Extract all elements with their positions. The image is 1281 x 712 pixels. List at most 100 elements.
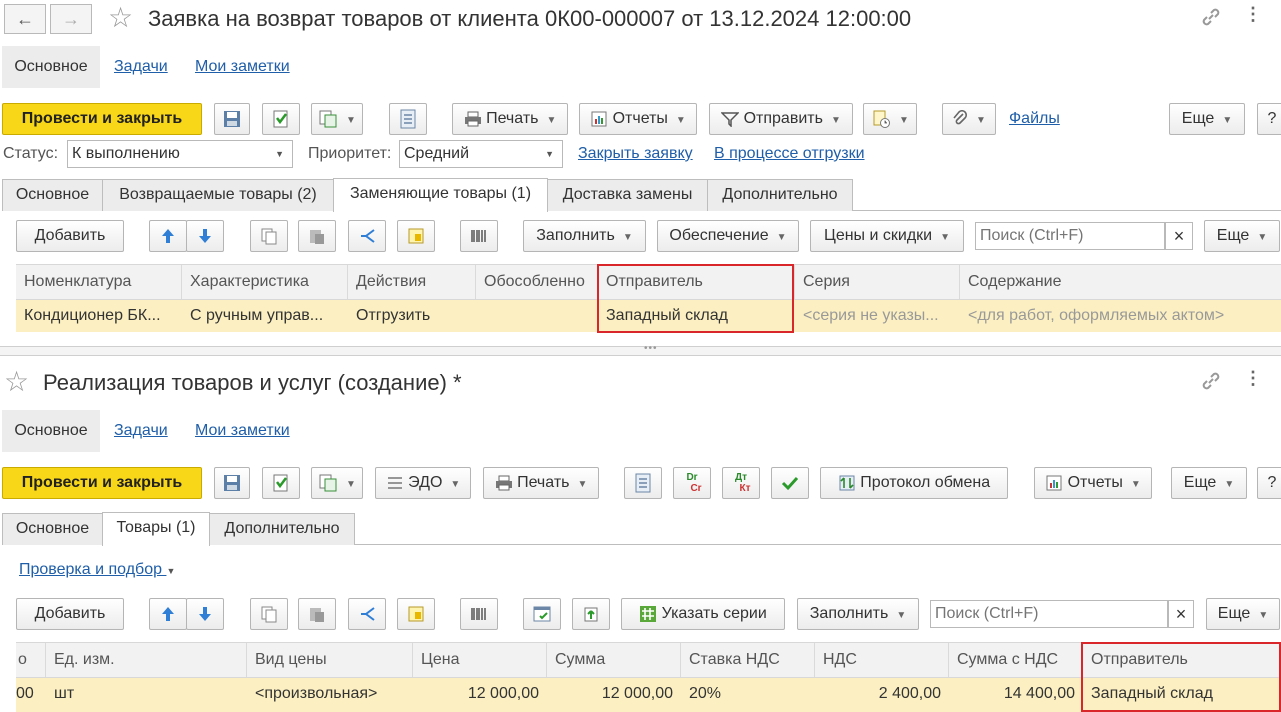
clear-search-button-bottom[interactable]: × (1168, 600, 1194, 628)
paste-row-button-bottom[interactable] (298, 598, 336, 630)
create-based-on-button-bottom[interactable]: ▼ (311, 467, 363, 499)
favorite-star-icon[interactable]: ☆ (108, 4, 133, 32)
col-characteristic[interactable]: Характеристика (182, 265, 348, 299)
more-table-button-bottom[interactable]: Еще ▼ (1206, 598, 1280, 630)
col-partial[interactable]: о (16, 643, 46, 677)
create-based-on-button[interactable]: ▼ (311, 103, 363, 135)
in-shipment-link[interactable]: В процессе отгрузки (714, 145, 865, 163)
more-table-button[interactable]: Еще ▼ (1204, 220, 1280, 252)
more-button[interactable]: Еще ▼ (1169, 103, 1245, 135)
col-amount-with-vat[interactable]: Сумма с НДС (949, 643, 1083, 677)
col-series[interactable]: Серия (795, 265, 960, 299)
tab-replacement-goods[interactable]: Заменяющие товары (1) (333, 178, 548, 212)
split-row-button-bottom[interactable] (348, 598, 386, 630)
check-selection-link[interactable]: Проверка и подбор ▼ (19, 561, 175, 579)
col-sender[interactable]: Отправитель (598, 265, 795, 299)
exchange-protocol-button[interactable]: Протокол обмена (820, 467, 1008, 499)
back-button[interactable]: ← (4, 4, 46, 34)
table-row-bottom[interactable]: 00 шт <произвольная> 12 000,00 12 000,00… (16, 678, 1281, 712)
supply-button[interactable]: Обеспечение ▼ (657, 220, 799, 252)
tab-goods[interactable]: Товары (1) (102, 512, 210, 546)
document-structure-button[interactable] (389, 103, 427, 135)
add-row-button[interactable]: Добавить (16, 220, 124, 252)
col-sender-bottom[interactable]: Отправитель (1083, 643, 1281, 677)
table-row[interactable]: Кондиционер БК... С ручным управ... Отгр… (16, 300, 1281, 332)
help-button-bottom[interactable]: ? (1257, 467, 1281, 499)
tab-returned-goods[interactable]: Возвращаемые товары (2) (102, 179, 334, 211)
files-link[interactable]: Файлы (1009, 110, 1060, 128)
save-button[interactable] (214, 103, 250, 135)
copy-row-button-bottom[interactable] (250, 598, 288, 630)
upload-button[interactable] (572, 598, 610, 630)
cell-series[interactable]: <серия не указы... (795, 300, 960, 332)
document-structure-button-bottom[interactable] (624, 467, 662, 499)
priority-select[interactable]: Средний ▼ (399, 140, 563, 168)
attachments-menu-button[interactable]: ▼ (863, 103, 917, 135)
more-button-bottom[interactable]: Еще ▼ (1171, 467, 1247, 499)
cell-price-type[interactable]: <произвольная> (247, 678, 413, 712)
status-select[interactable]: К выполнению ▼ (67, 140, 293, 168)
post-button-bottom[interactable] (262, 467, 300, 499)
link-icon[interactable] (1200, 6, 1222, 28)
attach-file-button[interactable]: ▼ (942, 103, 996, 135)
forward-button[interactable]: → (50, 4, 92, 34)
cell-vat[interactable]: 2 400,00 (815, 678, 949, 712)
cell-nomenclature[interactable]: Кондиционер БК... (16, 300, 182, 332)
paste-row-button[interactable] (298, 220, 336, 252)
reports-button-bottom[interactable]: Отчеты ▼ (1034, 467, 1152, 499)
post-and-close-button[interactable]: Провести и закрыть (2, 103, 202, 135)
save-button-bottom[interactable] (214, 467, 250, 499)
move-down-button-bottom[interactable] (186, 598, 224, 630)
cell-actions[interactable]: Отгрузить (348, 300, 476, 332)
section-tab-notes-bottom[interactable]: Мои заметки (195, 422, 290, 440)
cell-content[interactable]: <для работ, оформляемых актом> (960, 300, 1281, 332)
tab-main-bottom[interactable]: Основное (2, 513, 103, 545)
post-and-close-button-bottom[interactable]: Провести и закрыть (2, 467, 202, 499)
edo-button[interactable]: ЭДО ▼ (375, 467, 471, 499)
clear-search-button[interactable]: × (1165, 222, 1193, 250)
col-nomenclature[interactable]: Номенклатура (16, 265, 182, 299)
prices-discounts-button[interactable]: Цены и скидки ▼ (810, 220, 964, 252)
dt-kt-button[interactable]: Дт Кт (722, 467, 760, 499)
cell-unit[interactable]: шт (46, 678, 247, 712)
add-row-button-bottom[interactable]: Добавить (16, 598, 124, 630)
search-input[interactable] (975, 222, 1165, 250)
fill-button-bottom[interactable]: Заполнить ▼ (797, 598, 919, 630)
col-price[interactable]: Цена (413, 643, 547, 677)
cell-price[interactable]: 12 000,00 (413, 678, 547, 712)
print-button[interactable]: Печать ▼ (452, 103, 568, 135)
window-splitter[interactable]: ••• (0, 343, 1281, 356)
post-button[interactable] (262, 103, 300, 135)
col-actions[interactable]: Действия (348, 265, 476, 299)
check-button[interactable] (771, 467, 809, 499)
move-down-button[interactable] (186, 220, 224, 252)
section-tab-notes[interactable]: Мои заметки (195, 58, 290, 76)
tab-additional[interactable]: Дополнительно (707, 179, 853, 211)
move-up-button-bottom[interactable] (149, 598, 187, 630)
cell-vat-rate[interactable]: 20% (681, 678, 815, 712)
section-tab-tasks-bottom[interactable]: Задачи (114, 422, 168, 440)
help-button[interactable]: ? (1257, 103, 1281, 135)
tab-replacement-delivery[interactable]: Доставка замены (547, 179, 708, 211)
specify-series-button[interactable]: Указать серии (621, 598, 785, 630)
section-tab-main[interactable]: Основное (2, 46, 100, 88)
print-button-bottom[interactable]: Печать ▼ (483, 467, 599, 499)
tab-main[interactable]: Основное (2, 179, 103, 211)
fill-button[interactable]: Заполнить ▼ (523, 220, 646, 252)
cell-amount-with-vat[interactable]: 14 400,00 (949, 678, 1083, 712)
col-price-type[interactable]: Вид цены (247, 643, 413, 677)
copy-row-button[interactable] (250, 220, 288, 252)
move-up-button[interactable] (149, 220, 187, 252)
close-request-link[interactable]: Закрыть заявку (578, 145, 693, 163)
reports-button[interactable]: Отчеты ▼ (579, 103, 697, 135)
cell-partial[interactable]: 00 (16, 678, 46, 712)
col-unit[interactable]: Ед. изм. (46, 643, 247, 677)
barcode-button[interactable] (460, 220, 498, 252)
col-separately[interactable]: Обособленно (476, 265, 598, 299)
link-icon[interactable] (1200, 370, 1222, 392)
select-items-button[interactable] (397, 220, 435, 252)
section-tab-main-bottom[interactable]: Основное (2, 410, 100, 452)
check-document-button[interactable] (523, 598, 561, 630)
section-tab-tasks[interactable]: Задачи (114, 58, 168, 76)
barcode-button-bottom[interactable] (460, 598, 498, 630)
